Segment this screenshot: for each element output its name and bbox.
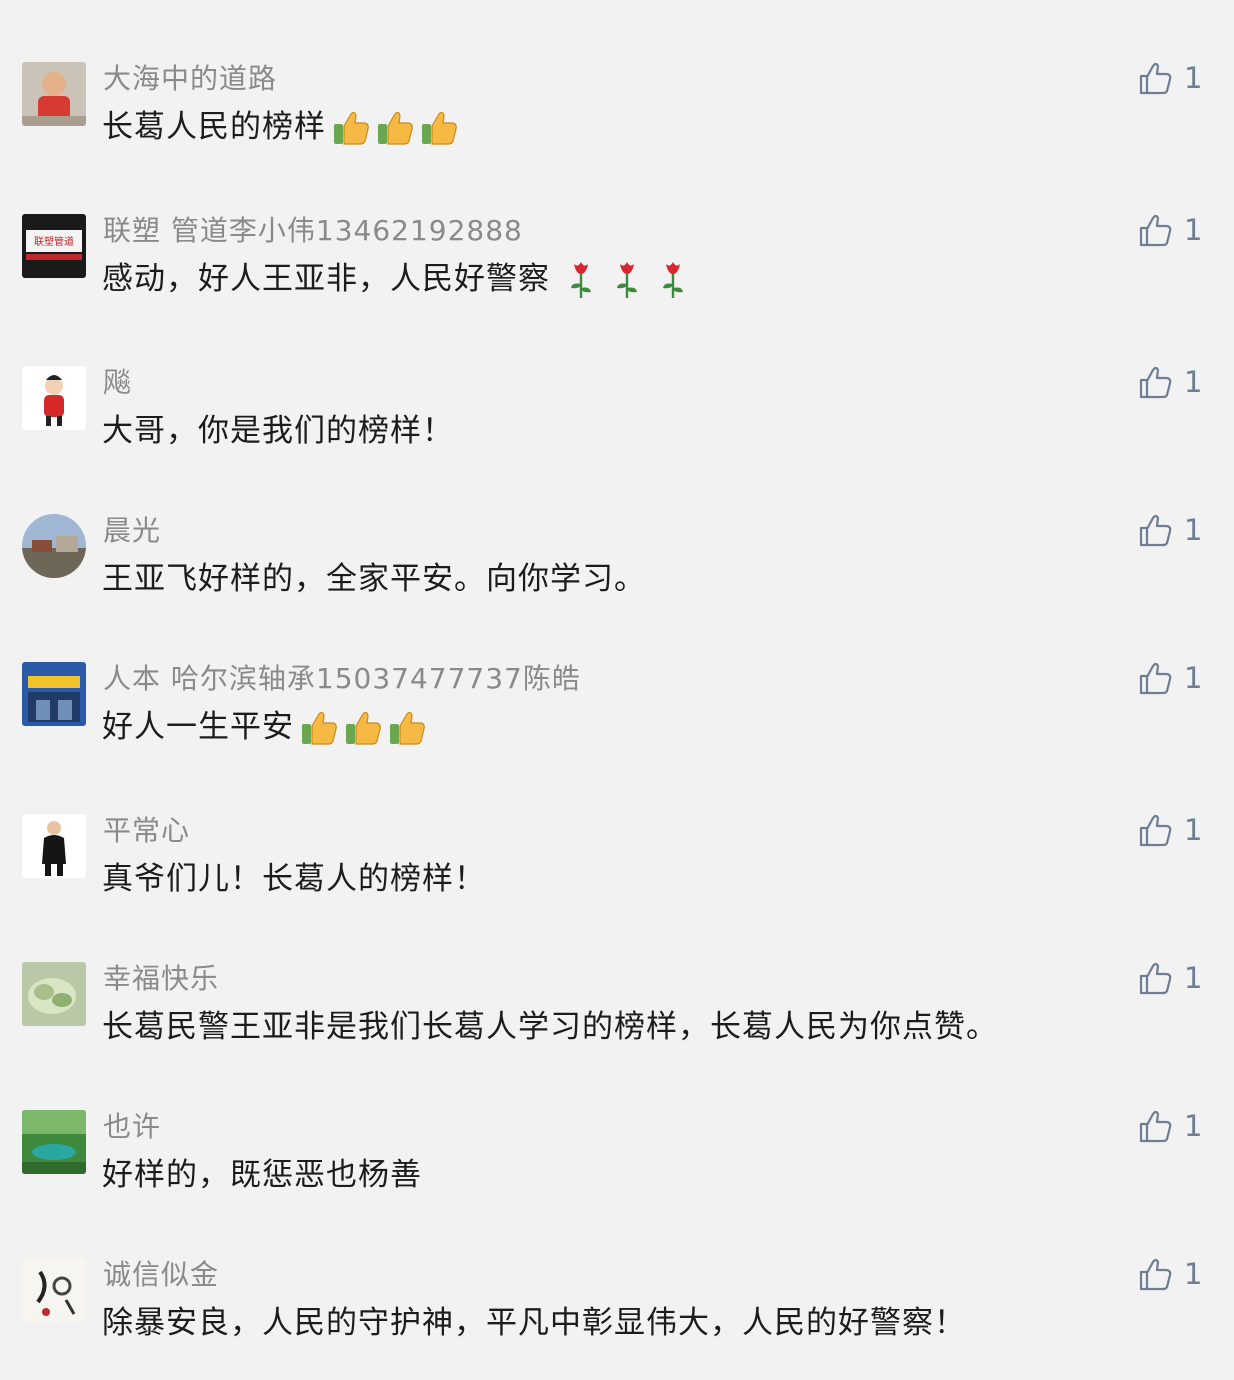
rose-emoji xyxy=(564,258,598,300)
emoji-group xyxy=(554,258,692,300)
like-count: 1 xyxy=(1184,813,1203,847)
comment-text: 长葛人民的榜样 xyxy=(102,109,326,145)
comment-list: 大海中的道路 长葛人民的榜样 1 联塑管道 联塑 管道李小伟1346219288… xyxy=(0,0,1234,1380)
comment-item: 联塑管道 联塑 管道李小伟13462192888 感动，好人王亚非，人民好警察 … xyxy=(0,152,1234,298)
like-button[interactable]: 1 xyxy=(1138,1108,1202,1144)
thumbs-up-outline-icon xyxy=(1139,514,1172,547)
comment-content: 王亚飞好样的，全家平安。向你学习。 xyxy=(102,558,646,600)
emoji-group xyxy=(330,106,462,148)
like-button[interactable]: 1 xyxy=(1138,660,1202,696)
comment-nickname[interactable]: 晨光 xyxy=(103,512,161,550)
thumbs-up-emoji xyxy=(330,106,372,148)
like-count: 1 xyxy=(1184,1109,1203,1143)
like-button[interactable]: 1 xyxy=(1138,812,1202,848)
thumbs-up-outline-icon xyxy=(1139,366,1172,399)
comment-item: 诚信似金 除暴安良，人民的守护神，平凡中彰显伟大，人民的好警察！ 1 xyxy=(0,1196,1234,1341)
thumbs-up-outline-icon xyxy=(1139,814,1172,847)
like-count: 1 xyxy=(1184,213,1203,247)
like-count: 1 xyxy=(1184,1257,1203,1291)
avatar[interactable] xyxy=(22,662,86,726)
comment-content: 好样的，既惩恶也杨善 xyxy=(102,1154,422,1196)
like-button[interactable]: 1 xyxy=(1138,512,1202,548)
avatar-logo-text: 联塑管道 xyxy=(34,235,74,248)
comment-nickname[interactable]: 平常心 xyxy=(103,812,190,850)
comment-nickname[interactable]: 幸福快乐 xyxy=(103,960,219,998)
like-count: 1 xyxy=(1184,513,1203,547)
comment-content: 真爷们儿！长葛人的榜样！ xyxy=(102,858,486,900)
rose-emoji xyxy=(610,258,644,300)
like-button[interactable]: 1 xyxy=(1138,364,1202,400)
avatar[interactable] xyxy=(22,366,86,430)
thumbs-up-emoji xyxy=(342,706,384,748)
comment-item: 晨光 王亚飞好样的，全家平安。向你学习。 1 xyxy=(0,452,1234,597)
comment-text: 除暴安良，人民的守护神，平凡中彰显伟大，人民的好警察！ xyxy=(102,1305,966,1341)
like-count: 1 xyxy=(1184,961,1203,995)
comment-text: 王亚飞好样的，全家平安。向你学习。 xyxy=(102,561,646,597)
comment-text: 感动，好人王亚非，人民好警察 xyxy=(102,261,550,297)
comment-content: 除暴安良，人民的守护神，平凡中彰显伟大，人民的好警察！ xyxy=(102,1302,966,1344)
comment-item: 人本 哈尔滨轴承15037477737陈皓 好人一生平安 1 xyxy=(0,600,1234,745)
comment-nickname[interactable]: 大海中的道路 xyxy=(103,60,277,98)
like-count: 1 xyxy=(1184,661,1203,695)
like-button[interactable]: 1 xyxy=(1138,60,1202,96)
comment-content: 感动，好人王亚非，人民好警察 xyxy=(102,258,692,300)
comment-content: 好人一生平安 xyxy=(102,706,430,748)
comment-content: 长葛民警王亚非是我们长葛人学习的榜样，长葛人民为你点赞。 xyxy=(102,1006,998,1048)
comment-text: 长葛民警王亚非是我们长葛人学习的榜样，长葛人民为你点赞。 xyxy=(102,1009,998,1045)
emoji-group xyxy=(298,706,430,748)
like-button[interactable]: 1 xyxy=(1138,960,1202,996)
comment-text: 真爷们儿！长葛人的榜样！ xyxy=(102,861,486,897)
like-button[interactable]: 1 xyxy=(1138,212,1202,248)
comment-content: 大哥，你是我们的榜样！ xyxy=(102,410,454,452)
comment-item: 幸福快乐 长葛民警王亚非是我们长葛人学习的榜样，长葛人民为你点赞。 1 xyxy=(0,900,1234,1045)
thumbs-up-emoji xyxy=(374,106,416,148)
thumbs-up-outline-icon xyxy=(1139,1110,1172,1143)
avatar[interactable]: 联塑管道 xyxy=(22,214,86,278)
comment-text: 好人一生平安 xyxy=(102,709,294,745)
avatar[interactable] xyxy=(22,1110,86,1174)
avatar[interactable] xyxy=(22,962,86,1026)
comment-text: 好样的，既惩恶也杨善 xyxy=(102,1157,422,1193)
comment-nickname[interactable]: 联塑 管道李小伟13462192888 xyxy=(103,212,523,250)
thumbs-up-emoji xyxy=(298,706,340,748)
avatar[interactable] xyxy=(22,1258,86,1322)
rose-emoji xyxy=(656,258,690,300)
comment-text: 大哥，你是我们的榜样！ xyxy=(102,413,454,449)
comment-item: 飚 大哥，你是我们的榜样！ 1 xyxy=(0,304,1234,449)
comment-nickname[interactable]: 也许 xyxy=(103,1108,161,1146)
comment-item: 也许 好样的，既惩恶也杨善 1 xyxy=(0,1048,1234,1193)
comment-item: 大海中的道路 长葛人民的榜样 1 xyxy=(0,0,1234,145)
comment-content: 长葛人民的榜样 xyxy=(102,106,462,148)
thumbs-up-outline-icon xyxy=(1139,662,1172,695)
like-count: 1 xyxy=(1184,61,1203,95)
comment-nickname[interactable]: 诚信似金 xyxy=(103,1256,219,1294)
avatar[interactable] xyxy=(22,814,86,878)
thumbs-up-outline-icon xyxy=(1139,962,1172,995)
thumbs-up-emoji xyxy=(418,106,460,148)
like-count: 1 xyxy=(1184,365,1203,399)
thumbs-up-outline-icon xyxy=(1139,214,1172,247)
avatar[interactable] xyxy=(22,514,86,578)
thumbs-up-emoji xyxy=(386,706,428,748)
thumbs-up-outline-icon xyxy=(1139,62,1172,95)
comment-nickname[interactable]: 人本 哈尔滨轴承15037477737陈皓 xyxy=(103,660,581,698)
like-button[interactable]: 1 xyxy=(1138,1256,1202,1292)
comment-nickname[interactable]: 飚 xyxy=(103,364,132,402)
avatar[interactable] xyxy=(22,62,86,126)
thumbs-up-outline-icon xyxy=(1139,1258,1172,1291)
comment-item: 平常心 真爷们儿！长葛人的榜样！ 1 xyxy=(0,752,1234,897)
